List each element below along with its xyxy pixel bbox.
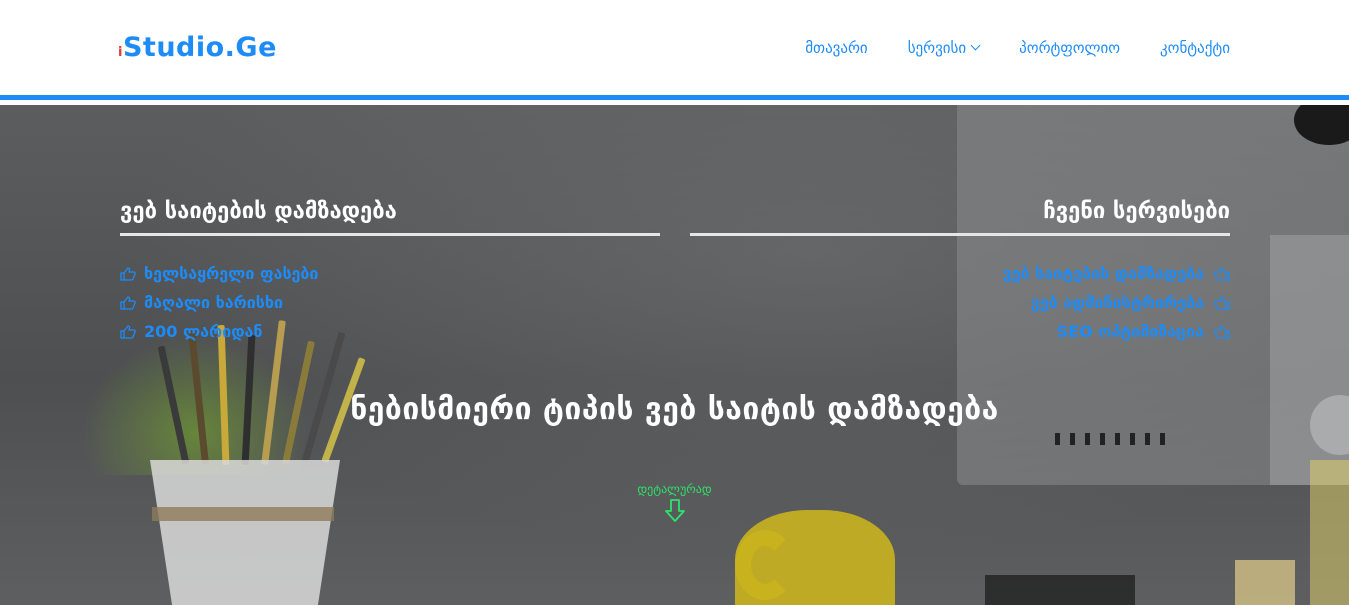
list-item[interactable]: ვებ ადმინისტრირება [1003, 288, 1230, 317]
list-item[interactable]: SEO ოპტიმიზაცია [1003, 317, 1230, 346]
list-item-label: 200 ლარიდან [144, 322, 263, 341]
right-column-divider [690, 233, 1230, 236]
list-item: 200 ლარიდან [120, 317, 318, 346]
list-item-label: SEO ოპტიმიზაცია [1056, 322, 1204, 341]
left-feature-list: ხელსაყრელი ფასები მაღალი ხარისხი 200 ლარ… [120, 259, 318, 346]
list-item-label: ხელსაყრელი ფასები [144, 264, 319, 283]
list-item[interactable]: ვებ საიტების დამზადება [1003, 259, 1230, 288]
services-list: ვებ საიტების დამზადება ვებ ადმინისტრირებ… [1003, 259, 1230, 346]
thumbs-up-hand-icon [120, 266, 136, 281]
nav-link-home[interactable]: მთავარი [805, 36, 867, 60]
hero-headline: ნებისმიერი ტიპის ვებ საიტის დამზადება [350, 392, 999, 427]
nav-link-portfolio[interactable]: პორტფოლიო [1019, 36, 1120, 60]
list-item: ხელსაყრელი ფასები [120, 259, 318, 288]
list-item-label: მაღალი ხარისხი [144, 293, 283, 312]
list-item-label: ვებ ადმინისტრირება [1030, 293, 1204, 312]
left-column-title: ვებ საიტების დამზადება [120, 199, 397, 224]
top-navbar: iStudio.Ge მთავარი სერვისი პორტფოლიო კონ… [0, 0, 1349, 100]
main-nav: მთავარი სერვისი პორტფოლიო კონტაქტი [765, 36, 1230, 60]
hero-section: ვებ საიტების დამზადება ხელსაყრელი ფასები… [0, 105, 1349, 605]
background-ports [1055, 430, 1245, 445]
thumbs-up-hand-icon [120, 324, 136, 339]
nav-link-services-label: სერვისი [907, 39, 967, 57]
background-cup [735, 510, 895, 605]
thumbs-up-hand-icon [1214, 266, 1230, 281]
thumbs-up-hand-icon [120, 295, 136, 310]
site-logo[interactable]: iStudio.Ge [118, 30, 277, 71]
background-jar [1235, 560, 1295, 605]
background-pot-twine [152, 507, 334, 521]
thumbs-up-hand-icon [1214, 295, 1230, 310]
arrow-down-icon[interactable] [664, 499, 686, 523]
logo-text: Studio.Ge [122, 32, 277, 63]
thumbs-up-hand-icon [1214, 324, 1230, 339]
right-column-title: ჩვენი სერვისები [1043, 199, 1230, 224]
list-item: მაღალი ხარისხი [120, 288, 318, 317]
nav-link-services[interactable]: სერვისი [907, 36, 981, 60]
left-column-divider [120, 233, 660, 236]
background-book [985, 575, 1135, 605]
nav-link-contact[interactable]: კონტაქტი [1160, 36, 1230, 60]
details-link[interactable]: დეტალურად [0, 481, 1349, 497]
chevron-down-icon [970, 40, 981, 51]
list-item-label: ვებ საიტების დამზადება [1002, 264, 1204, 283]
